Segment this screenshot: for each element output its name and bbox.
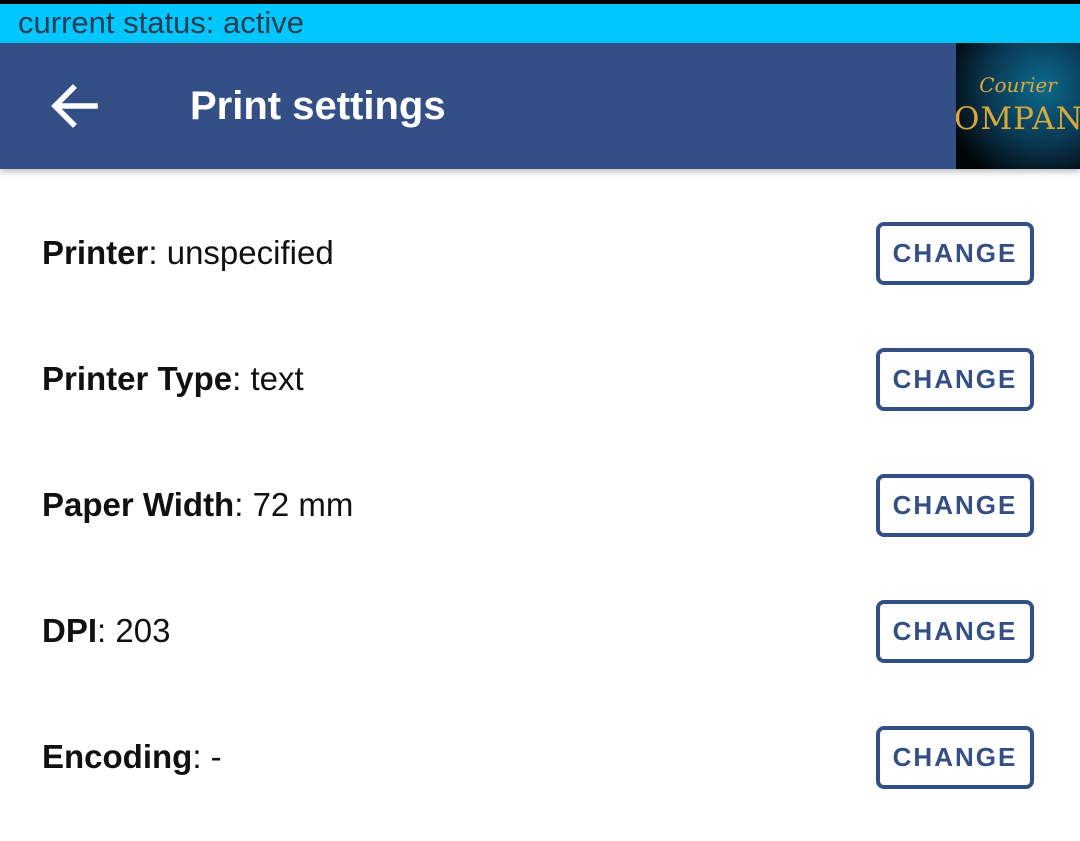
change-printer-type-button[interactable]: CHANGE bbox=[876, 348, 1034, 411]
setting-value: text bbox=[250, 360, 304, 397]
company-logo: Courier OMPAN bbox=[956, 43, 1080, 169]
setting-label: Printer Type bbox=[42, 360, 233, 397]
setting-value: - bbox=[210, 738, 222, 775]
app-bar: Print settings Courier OMPAN bbox=[0, 43, 1080, 169]
setting-value: 72 mm bbox=[252, 486, 354, 523]
logo-line2: OMPAN bbox=[956, 101, 1080, 137]
setting-label: Encoding bbox=[42, 738, 193, 775]
status-text: current status: active bbox=[18, 5, 305, 40]
settings-list: Printer: unspecified CHANGE Printer Type… bbox=[0, 169, 1080, 799]
logo-line1: Courier bbox=[979, 73, 1057, 97]
arrow-left-icon bbox=[51, 84, 98, 128]
setting-row-encoding: Encoding: - CHANGE bbox=[0, 673, 1080, 799]
change-dpi-button[interactable]: CHANGE bbox=[876, 600, 1034, 663]
page-title: Print settings bbox=[190, 84, 446, 128]
setting-value: 203 bbox=[115, 612, 171, 649]
setting-separator: : bbox=[97, 612, 116, 649]
back-button[interactable] bbox=[40, 71, 110, 141]
setting-row-printer: Printer: unspecified CHANGE bbox=[0, 169, 1080, 295]
setting-label: DPI bbox=[42, 612, 98, 649]
change-printer-button[interactable]: CHANGE bbox=[876, 222, 1034, 285]
setting-label: Paper Width bbox=[42, 486, 235, 523]
setting-label: Printer bbox=[42, 234, 149, 271]
setting-text: Encoding: - bbox=[42, 673, 222, 841]
setting-separator: : bbox=[234, 486, 253, 523]
setting-separator: : bbox=[192, 738, 211, 775]
status-bar: current status: active bbox=[0, 0, 1080, 43]
setting-row-printer-type: Printer Type: text CHANGE bbox=[0, 295, 1080, 421]
change-encoding-button[interactable]: CHANGE bbox=[876, 726, 1034, 789]
change-paper-width-button[interactable]: CHANGE bbox=[876, 474, 1034, 537]
setting-row-paper-width: Paper Width: 72 mm CHANGE bbox=[0, 421, 1080, 547]
setting-separator: : bbox=[148, 234, 167, 271]
setting-row-dpi: DPI: 203 CHANGE bbox=[0, 547, 1080, 673]
setting-separator: : bbox=[232, 360, 251, 397]
setting-value: unspecified bbox=[166, 234, 334, 271]
